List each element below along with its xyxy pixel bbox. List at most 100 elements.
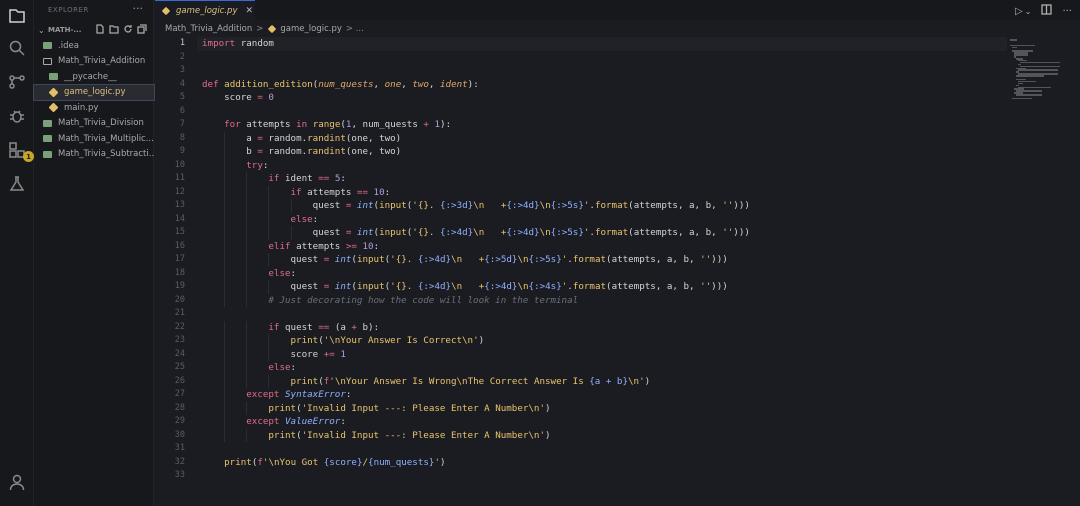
account-icon[interactable] — [8, 473, 26, 491]
run-icon[interactable]: ▷ — [1015, 6, 1023, 17]
line-number: 1 — [179, 38, 185, 48]
indent-guide — [246, 253, 248, 267]
tree-item[interactable]: main.py — [34, 100, 154, 116]
indent-guide — [224, 334, 226, 348]
new-folder-icon[interactable] — [109, 24, 119, 34]
tree-item[interactable]: Math_Trivia_Addition — [34, 54, 154, 70]
refresh-icon[interactable] — [123, 24, 133, 34]
folder-open-icon — [42, 56, 53, 66]
explorer-more-button[interactable]: ··· — [133, 2, 144, 15]
code-token: (one, two) — [345, 132, 402, 144]
extensions-icon[interactable]: 1 — [7, 140, 34, 162]
tree-item[interactable]: .idea — [34, 38, 154, 54]
code-token: == — [318, 321, 330, 333]
tree-item[interactable]: game_logic.py — [33, 83, 155, 101]
run-dropdown-icon[interactable]: ⌄ — [1025, 7, 1032, 16]
code-token: ) — [644, 375, 651, 387]
code-text: print('Invalid Input ---: Please Enter A… — [202, 429, 550, 443]
code-token: (attempts, a, b, — [606, 281, 701, 292]
python-file-icon — [161, 6, 171, 15]
minimap-line — [1018, 82, 1023, 85]
code-editor[interactable]: 1 import random 2 3 4 def addition_edition(nu… — [155, 37, 1007, 506]
file-tree: .idea Math_Trivia_Addition __pycache__ game… — [33, 38, 155, 163]
code-token: if — [268, 321, 280, 333]
code-token: attempts — [240, 119, 297, 130]
tree-item[interactable]: Math_Trivia_Multiplic... — [34, 131, 154, 147]
indent-guide — [224, 239, 226, 253]
line-number: 31 — [174, 443, 185, 453]
source-control-icon[interactable] — [7, 72, 27, 92]
code-token: else — [268, 267, 291, 279]
code-token: \n — [539, 200, 551, 211]
code-token: b): — [356, 321, 380, 333]
code-text: else: — [202, 213, 319, 227]
flask-icon[interactable] — [7, 174, 27, 194]
more-actions-button[interactable]: ··· — [1062, 6, 1072, 17]
line-number: 12 — [174, 186, 185, 197]
minimap[interactable] — [1006, 37, 1080, 506]
line-number: 33 — [174, 470, 185, 480]
code-token: print — [290, 335, 319, 346]
line-number: 26 — [174, 375, 185, 386]
code-text: quest = int(input('{}. {:>4d}\n +{:>5d}\… — [202, 253, 728, 267]
debug-icon[interactable] — [7, 106, 27, 126]
code-token: addition_edition — [224, 78, 313, 90]
code-token: : — [262, 159, 269, 171]
tree-item[interactable]: Math_Trivia_Subtracti... — [34, 147, 154, 163]
minimap-line — [1012, 97, 1032, 100]
code-token: def — [202, 78, 219, 90]
close-icon[interactable]: ✕ — [245, 6, 253, 16]
code-token: ))) — [733, 227, 750, 238]
code-line: 24 score += 1 — [155, 348, 1005, 362]
tree-item[interactable]: __pycache__ — [34, 69, 154, 85]
line-number: 8 — [179, 132, 185, 143]
code-text: quest = int(input('{}. {:>3d}\n +{:>4d}\… — [202, 199, 750, 213]
code-token: int — [356, 227, 374, 238]
minimap-line — [1010, 39, 1017, 41]
code-token: {score} — [323, 456, 363, 468]
code-token: \n + — [473, 200, 507, 211]
code-token: , num_quests — [351, 119, 424, 130]
code-line: 14 else: — [155, 213, 1005, 227]
indent-guide — [224, 131, 226, 145]
python-file-icon — [268, 24, 277, 34]
code-token: \n + — [451, 254, 485, 265]
explorer-icon[interactable] — [7, 6, 27, 26]
split-editor-icon[interactable] — [1041, 4, 1053, 18]
code-line: 18 else: — [155, 267, 1005, 281]
tree-item-label: Math_Trivia_Subtracti... — [58, 149, 154, 160]
code-token: in — [296, 119, 308, 130]
code-token: a — [202, 132, 258, 144]
code-text: quest = int(input('{}. {:>4d}\n +{:>4d}\… — [202, 280, 728, 294]
code-token: '\nYour Answer Is Correct\n' — [323, 335, 479, 346]
code-token: ))) — [711, 281, 728, 292]
tree-item[interactable]: Math_Trivia_Division — [34, 116, 154, 132]
indent-guide — [224, 226, 226, 240]
code-token: '{}. — [412, 227, 440, 238]
code-token: , — [401, 78, 413, 90]
code-line: 23 print('\nYour Answer Is Correct\n') — [155, 334, 1005, 348]
activity-bar: 1 — [0, 0, 34, 506]
indent-guide — [246, 428, 248, 442]
new-file-icon[interactable] — [95, 24, 105, 34]
collapse-all-icon[interactable] — [137, 24, 147, 34]
code-token: '\nYour Answer Is Wrong\nThe Correct Ans… — [329, 375, 590, 387]
minimap-line — [1018, 69, 1058, 71]
minimap-line — [1014, 54, 1028, 56]
breadcrumb-tail[interactable]: > ... — [346, 24, 364, 34]
breadcrumb-file[interactable]: game_logic.py — [280, 24, 341, 34]
code-token: {a + b} — [589, 375, 628, 387]
code-line: 12 if attempts == 10: — [155, 186, 1005, 200]
code-token: ) — [439, 456, 446, 468]
code-line: 15 quest = int(input('{}. {:>4d}\n +{:>4… — [155, 226, 1005, 240]
code-line: 10 try: — [155, 159, 1005, 173]
line-number: 24 — [174, 348, 185, 359]
code-token: \n — [539, 227, 551, 238]
breadcrumb-folder[interactable]: Math_Trivia_Addition — [165, 24, 252, 34]
code-line: 33 — [155, 469, 1005, 483]
search-icon[interactable] — [7, 38, 27, 58]
tab-game-logic[interactable]: game_logic.py ✕ — [155, 0, 255, 20]
code-token: attempts — [301, 186, 357, 198]
